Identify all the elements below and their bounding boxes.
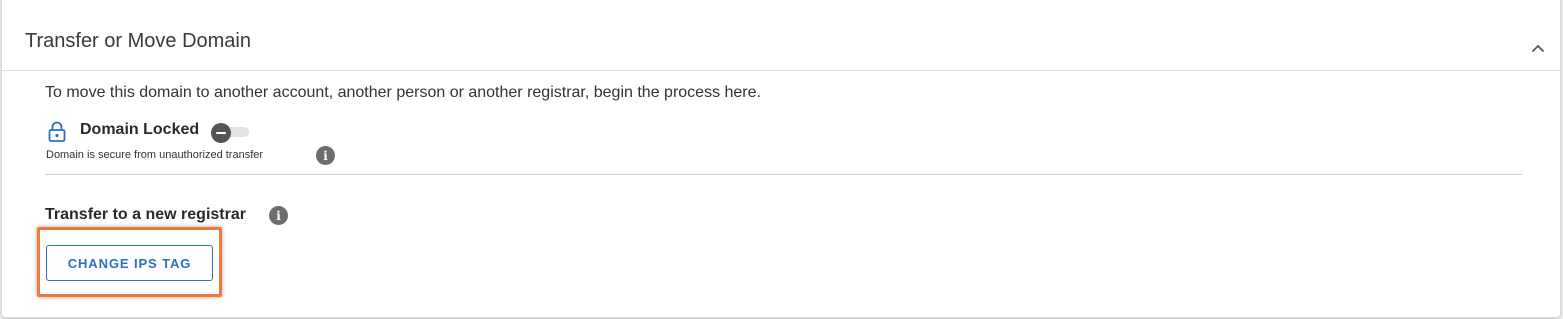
header-divider bbox=[2, 70, 1560, 71]
transfer-registrar-label: Transfer to a new registrar bbox=[45, 206, 246, 223]
info-icon[interactable]: i bbox=[269, 206, 288, 225]
section-divider bbox=[45, 174, 1522, 175]
transfer-domain-panel: Transfer or Move Domain To move this dom… bbox=[1, 0, 1561, 318]
domain-locked-label: Domain Locked bbox=[80, 121, 200, 138]
section-title: Transfer or Move Domain bbox=[25, 30, 251, 52]
domain-lock-toggle[interactable] bbox=[211, 123, 249, 143]
info-icon[interactable]: i bbox=[316, 146, 335, 165]
chevron-up-icon[interactable] bbox=[1528, 40, 1548, 56]
change-ips-tag-button[interactable]: CHANGE IPS TAG bbox=[46, 245, 213, 281]
lock-icon bbox=[48, 121, 66, 142]
section-description: To move this domain to another account, … bbox=[45, 84, 761, 101]
toggle-knob bbox=[211, 123, 231, 143]
domain-lock-subtext: Domain is secure from unauthorized trans… bbox=[46, 149, 264, 161]
